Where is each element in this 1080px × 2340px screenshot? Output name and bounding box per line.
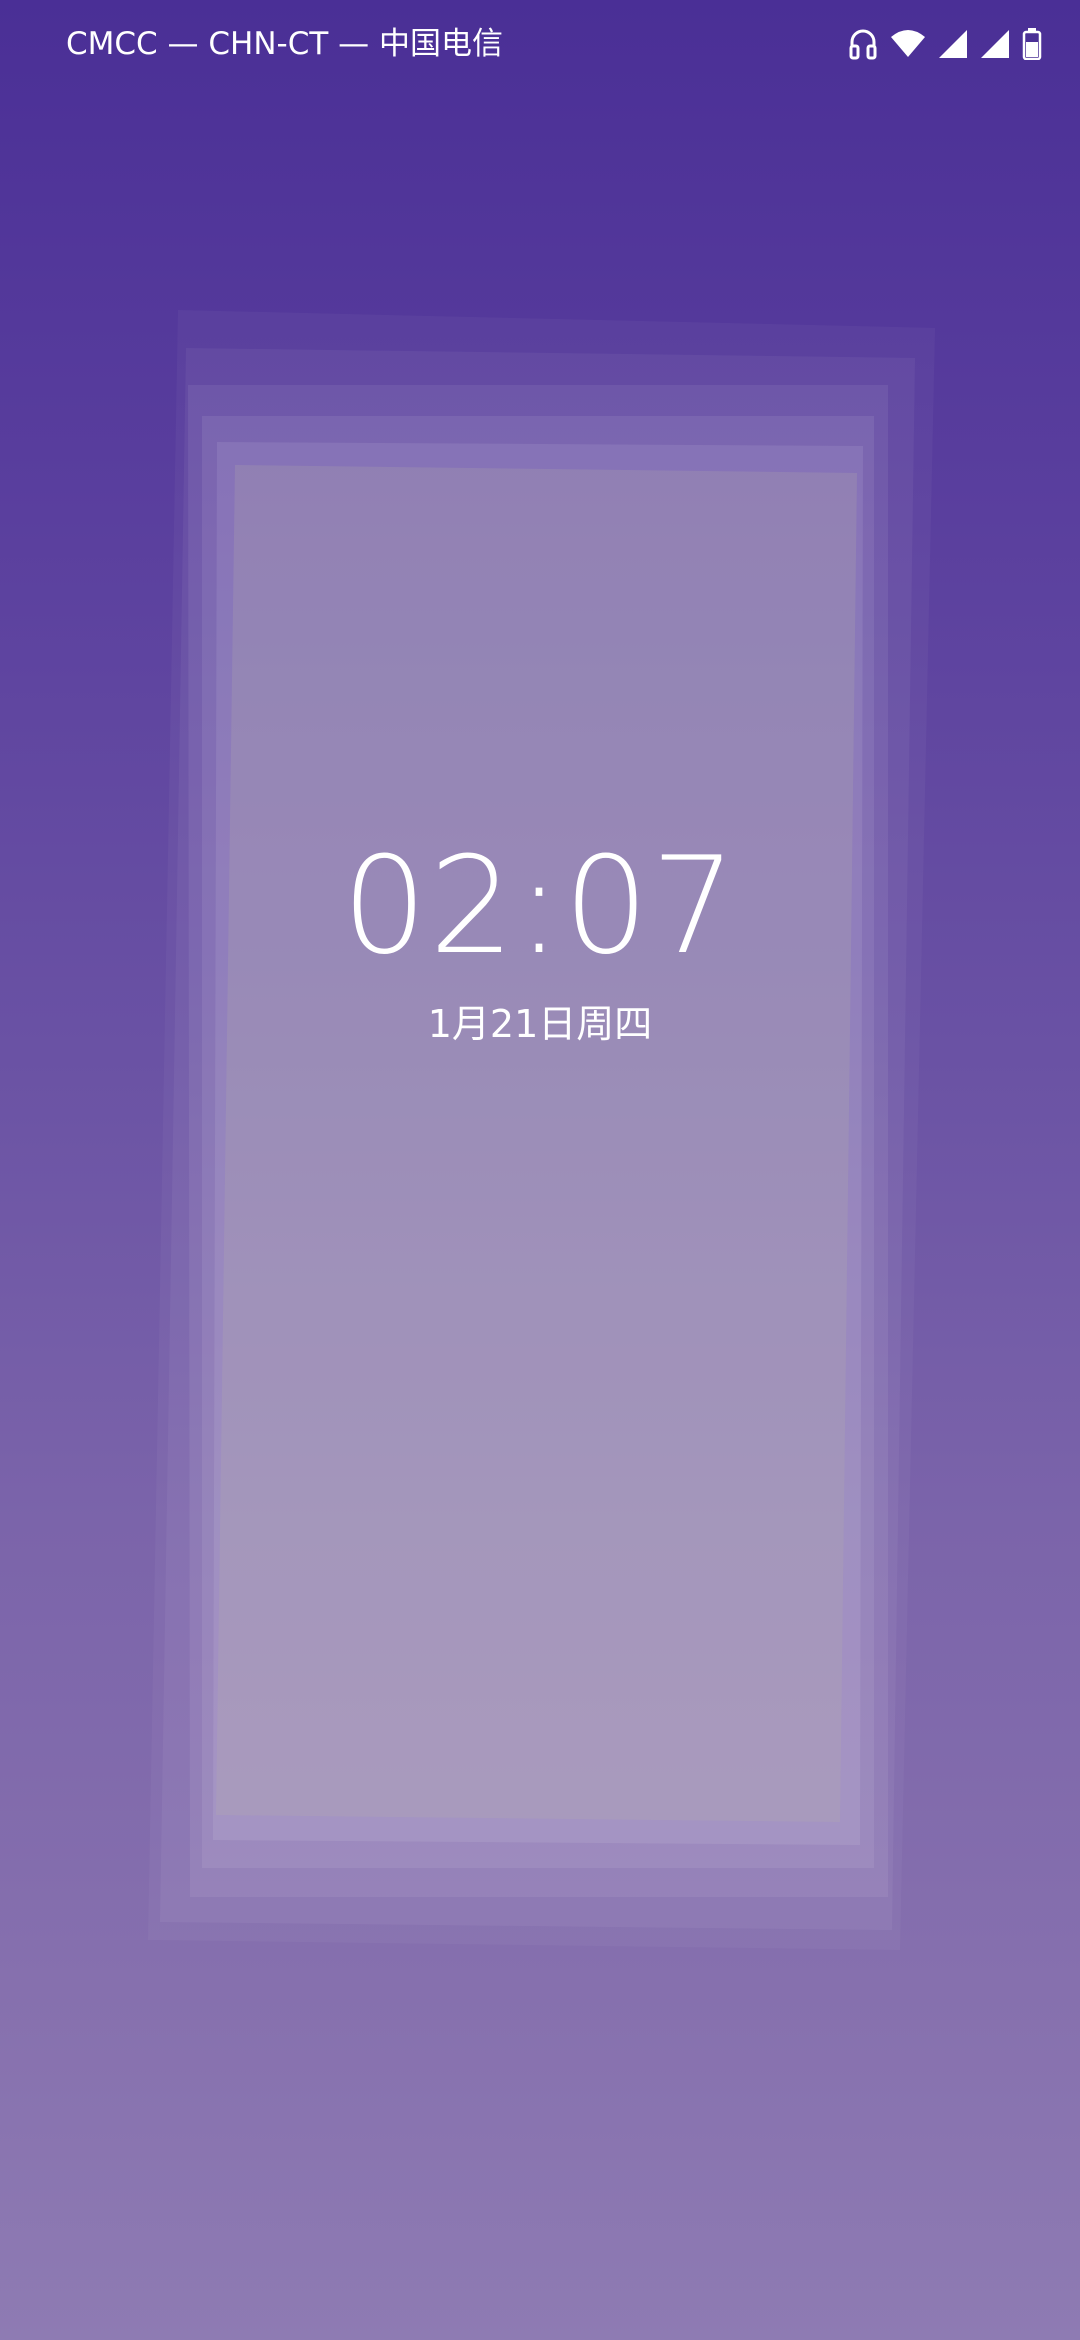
status-bar: CMCC — CHN-CT — 中国电信 bbox=[0, 0, 1080, 90]
frame-layer-3 bbox=[188, 385, 888, 1897]
frame-layer-5 bbox=[213, 442, 863, 1845]
frame-layer-1 bbox=[148, 310, 935, 1950]
cellular-signal-icon bbox=[938, 29, 968, 59]
carrier-label: CMCC — CHN-CT — 中国电信 bbox=[66, 26, 504, 62]
frame-layer-6 bbox=[216, 465, 857, 1822]
headset-icon bbox=[848, 27, 878, 61]
lock-screen-date: 1月21日周四 bbox=[427, 1002, 653, 1046]
cellular-signal-icon-2 bbox=[980, 29, 1010, 59]
status-icons bbox=[848, 26, 1042, 62]
frame-layer-4 bbox=[202, 416, 874, 1868]
wifi-icon bbox=[890, 29, 926, 59]
battery-icon bbox=[1022, 28, 1042, 60]
lock-screen-clock: 02:07 bbox=[341, 828, 739, 984]
layered-frames bbox=[148, 310, 935, 1950]
frame-layer-2 bbox=[160, 348, 915, 1930]
